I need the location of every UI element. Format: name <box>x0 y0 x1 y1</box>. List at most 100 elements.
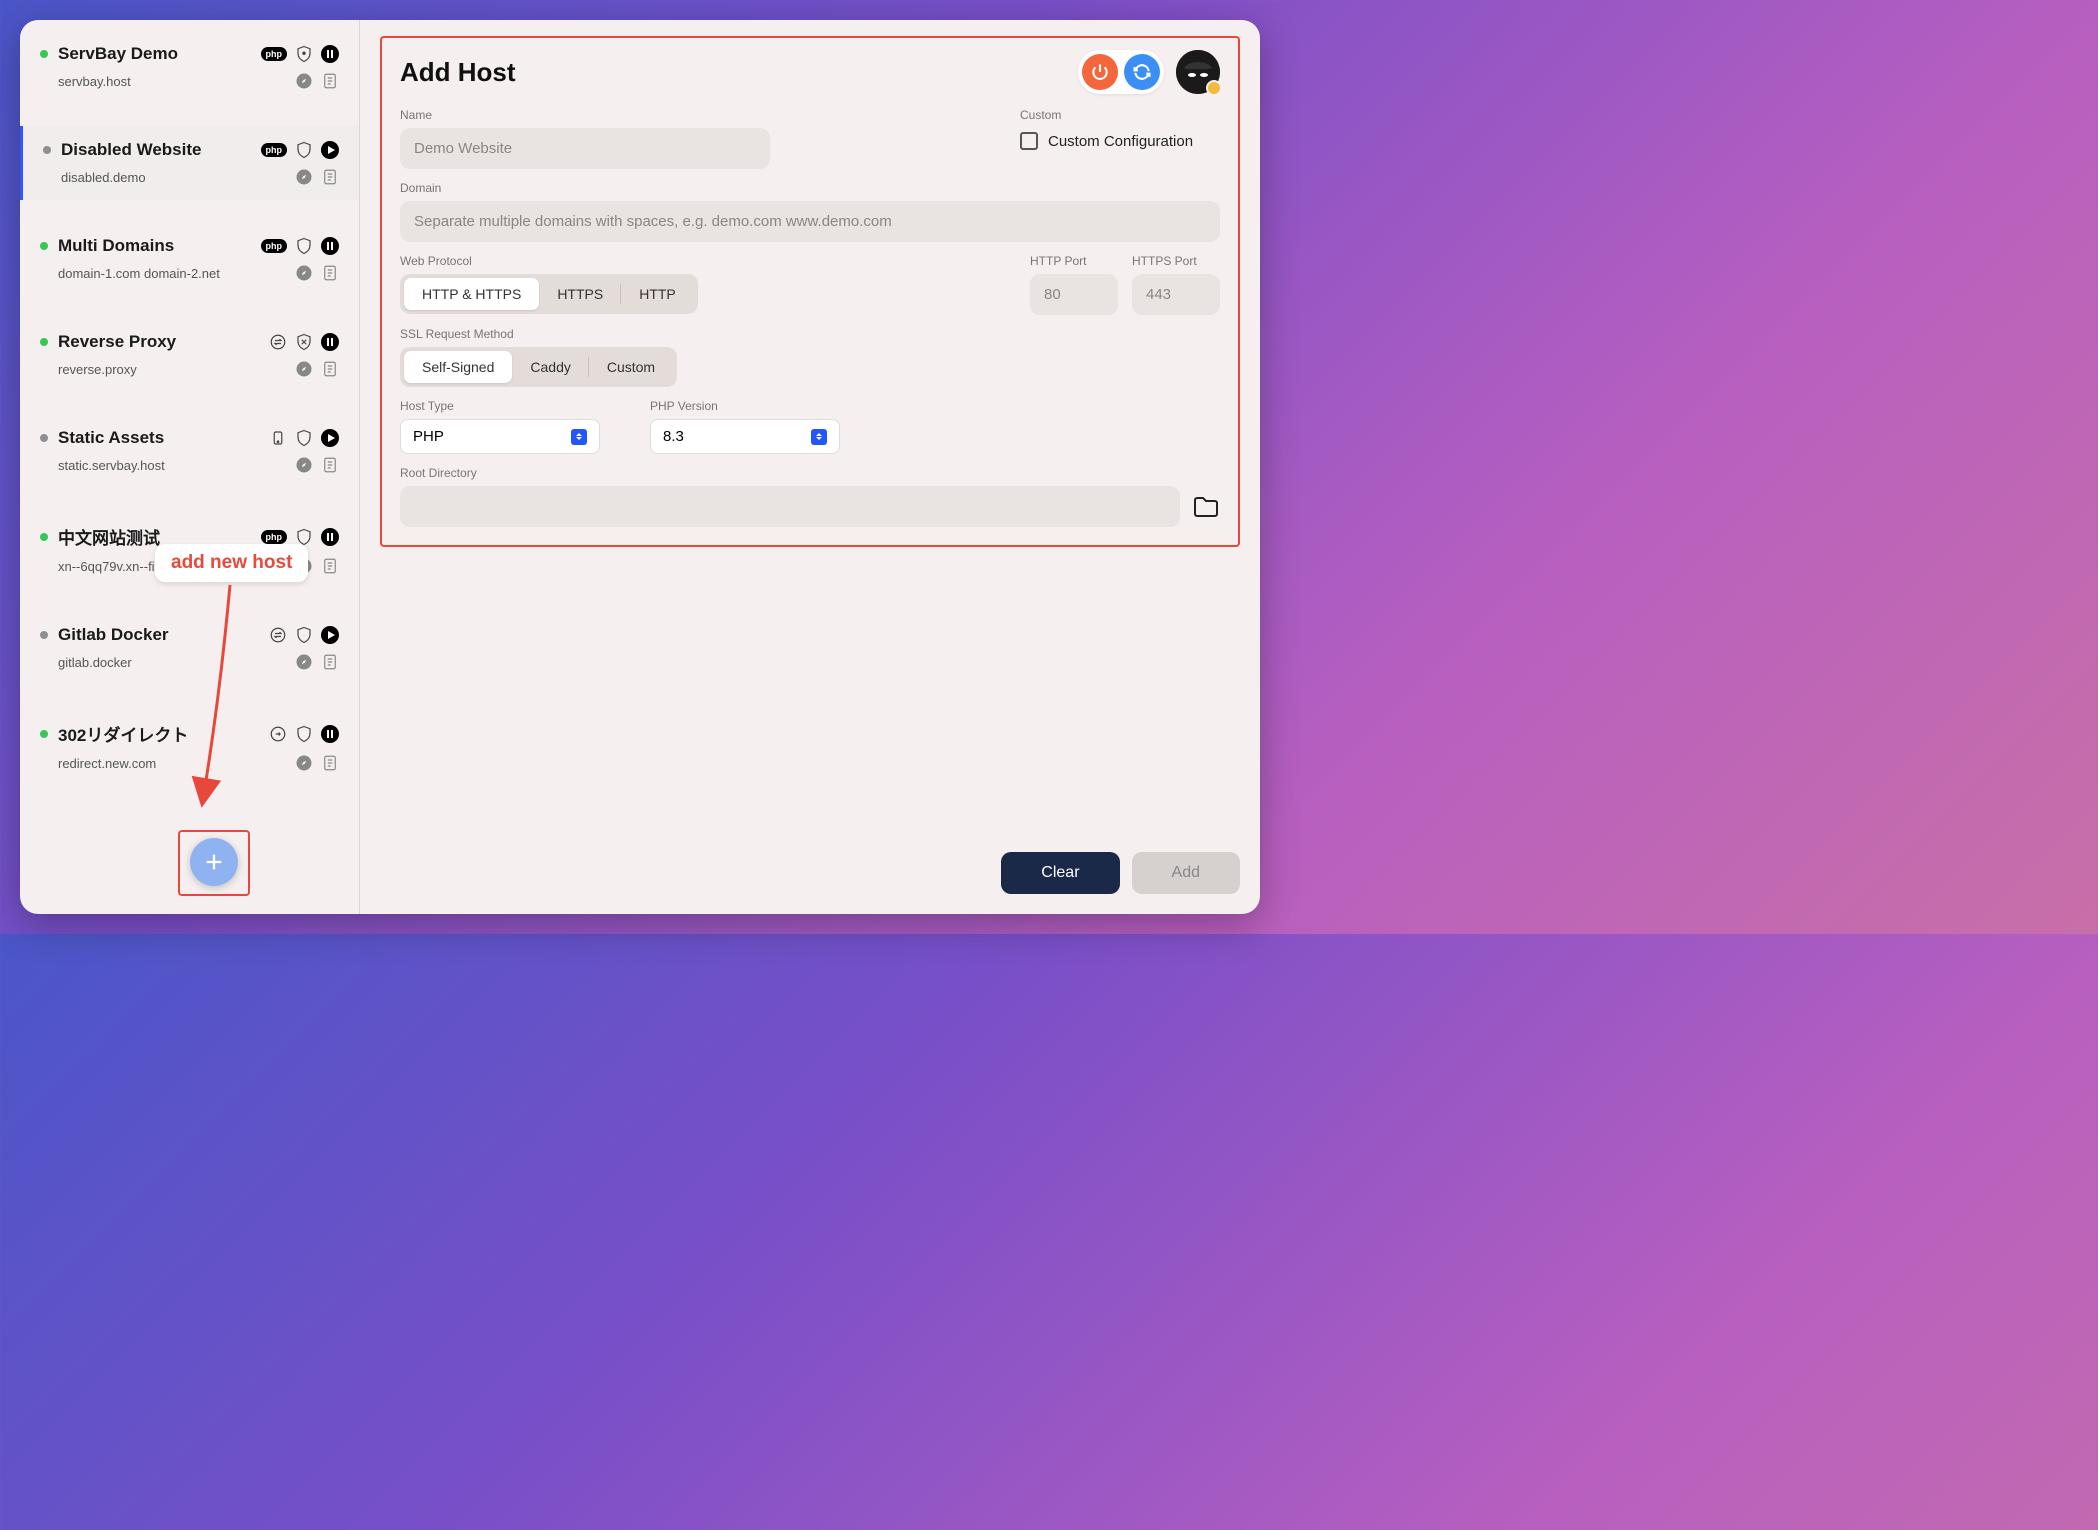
ssl-segmented: Self-Signed Caddy Custom <box>400 347 677 387</box>
note-icon[interactable] <box>321 168 339 186</box>
device-icon <box>269 429 287 447</box>
refresh-button[interactable] <box>1124 54 1160 90</box>
php-version-value: 8.3 <box>663 428 684 445</box>
protocol-option[interactable]: HTTP <box>621 278 694 310</box>
domain-label: Domain <box>400 181 1220 195</box>
host-name: 302リダイレクト <box>58 721 259 746</box>
root-dir-input[interactable] <box>400 486 1180 527</box>
chevron-updown-icon <box>811 429 827 445</box>
host-item[interactable]: Multi Domains php domain-1.com domain-2.… <box>20 222 359 296</box>
shield-icon[interactable] <box>295 429 313 447</box>
host-item[interactable]: 302リダイレクト redirect.new.com <box>20 707 359 786</box>
host-name: Disabled Website <box>61 140 251 160</box>
host-item[interactable]: ServBay Demo php servbay.host <box>20 30 359 104</box>
play-icon[interactable] <box>321 626 339 644</box>
host-item[interactable]: Disabled Website php disabled.demo <box>20 126 359 200</box>
note-icon[interactable] <box>321 72 339 90</box>
compass-icon[interactable] <box>295 264 313 282</box>
annotation-tooltip: add new host <box>155 544 308 582</box>
status-dot-icon <box>40 338 48 346</box>
note-icon[interactable] <box>321 653 339 671</box>
app-window: ServBay Demo php servbay.host Disabled W… <box>20 20 1260 914</box>
protocol-segmented: HTTP & HTTPS HTTPS HTTP <box>400 274 698 314</box>
host-domain: reverse.proxy <box>58 362 295 377</box>
host-item[interactable]: Gitlab Docker gitlab.docker <box>20 611 359 685</box>
refresh-icon <box>1132 62 1152 82</box>
custom-config-label: Custom Configuration <box>1048 133 1193 150</box>
shield-icon[interactable] <box>295 528 313 546</box>
domain-input[interactable] <box>400 201 1220 242</box>
compass-icon[interactable] <box>295 456 313 474</box>
host-type-label: Host Type <box>400 399 600 413</box>
compass-icon[interactable] <box>295 168 313 186</box>
pause-icon[interactable] <box>321 237 339 255</box>
shield-icon[interactable] <box>295 626 313 644</box>
host-item[interactable]: Reverse Proxy reverse.proxy <box>20 318 359 392</box>
swap-icon <box>269 333 287 351</box>
custom-label: Custom <box>1020 108 1220 122</box>
host-type-select[interactable]: PHP <box>400 419 600 454</box>
https-port-input[interactable] <box>1132 274 1220 315</box>
host-domain: domain-1.com domain-2.net <box>58 266 295 281</box>
ssl-option[interactable]: Custom <box>589 351 673 383</box>
note-icon[interactable] <box>321 264 339 282</box>
pause-icon[interactable] <box>321 528 339 546</box>
play-icon[interactable] <box>321 141 339 159</box>
php-version-select[interactable]: 8.3 <box>650 419 840 454</box>
php-badge-icon: php <box>261 143 288 157</box>
ssl-label: SSL Request Method <box>400 327 1220 341</box>
add-host-form: Add Host <box>380 36 1240 547</box>
add-button[interactable]: Add <box>1132 852 1240 894</box>
name-label: Name <box>400 108 990 122</box>
compass-icon[interactable] <box>295 754 313 772</box>
pause-icon[interactable] <box>321 725 339 743</box>
redirect-icon <box>269 725 287 743</box>
power-button[interactable] <box>1082 54 1118 90</box>
shield-x-icon[interactable] <box>295 333 313 351</box>
host-domain: disabled.demo <box>61 170 295 185</box>
compass-icon[interactable] <box>295 653 313 671</box>
ssl-option[interactable]: Self-Signed <box>404 351 512 383</box>
note-icon[interactable] <box>321 557 339 575</box>
name-input[interactable] <box>400 128 770 169</box>
pause-icon[interactable] <box>321 333 339 351</box>
http-port-input[interactable] <box>1030 274 1118 315</box>
folder-browse-button[interactable] <box>1192 494 1220 520</box>
status-dot-icon <box>40 50 48 58</box>
swap-icon <box>269 626 287 644</box>
protocol-option[interactable]: HTTPS <box>539 278 621 310</box>
clear-button[interactable]: Clear <box>1001 852 1119 894</box>
host-name: ServBay Demo <box>58 44 251 64</box>
custom-config-checkbox[interactable] <box>1020 132 1038 150</box>
protocol-option[interactable]: HTTP & HTTPS <box>404 278 539 310</box>
header-action-pill <box>1078 50 1164 94</box>
compass-icon[interactable] <box>295 72 313 90</box>
shield-icon[interactable] <box>295 725 313 743</box>
play-icon[interactable] <box>321 429 339 447</box>
php-badge-icon: php <box>261 530 288 544</box>
main-panel: Add Host <box>360 20 1260 914</box>
shield-icon[interactable] <box>295 141 313 159</box>
host-domain: redirect.new.com <box>58 756 295 771</box>
avatar[interactable] <box>1176 50 1220 94</box>
compass-icon[interactable] <box>295 360 313 378</box>
host-name: Static Assets <box>58 428 259 448</box>
shield-icon[interactable] <box>295 237 313 255</box>
note-icon[interactable] <box>321 754 339 772</box>
folder-icon <box>1192 494 1220 520</box>
note-icon[interactable] <box>321 360 339 378</box>
pause-icon[interactable] <box>321 45 339 63</box>
plus-icon <box>203 851 225 873</box>
ssl-option[interactable]: Caddy <box>512 351 588 383</box>
shield-lock-icon[interactable] <box>295 45 313 63</box>
status-dot-icon <box>40 533 48 541</box>
verified-badge-icon <box>1206 80 1222 96</box>
host-name: Multi Domains <box>58 236 251 256</box>
php-badge-icon: php <box>261 239 288 253</box>
host-domain: static.servbay.host <box>58 458 295 473</box>
php-version-label: PHP Version <box>650 399 840 413</box>
form-footer: Clear Add <box>380 832 1240 894</box>
add-host-button[interactable] <box>190 838 238 886</box>
host-item[interactable]: Static Assets static.servbay.host <box>20 414 359 488</box>
note-icon[interactable] <box>321 456 339 474</box>
